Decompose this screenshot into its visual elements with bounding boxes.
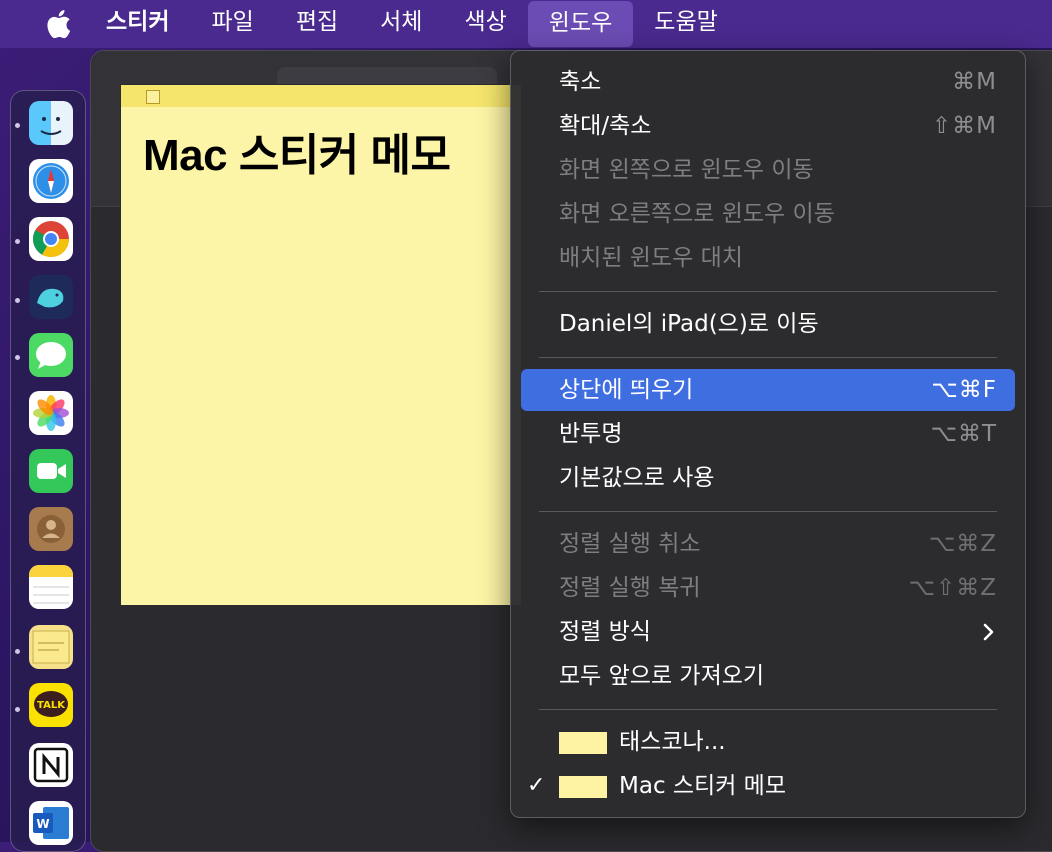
sticky-title[interactable]: Mac 스티커 메모 xyxy=(143,119,451,183)
menu-stickies[interactable]: 스티커 xyxy=(78,0,190,48)
chrome-icon[interactable] xyxy=(29,217,73,261)
word-label: W xyxy=(36,817,49,831)
menu-item-redo-arrange: 정렬 실행 복귀 ⌥⇧⌘Z xyxy=(521,567,1015,609)
finder-icon[interactable] xyxy=(29,101,73,145)
menu-separator xyxy=(539,291,997,292)
shortcut: ⌘M xyxy=(952,69,997,95)
running-indicator xyxy=(15,123,20,128)
window-menu: 축소 ⌘M 확대/축소 ⇧⌘M 화면 왼쪽으로 윈도우 이동 화면 오른쪽으로 … xyxy=(510,50,1026,818)
menu-item-label: 모두 앞으로 가져오기 xyxy=(559,663,765,689)
menu-separator xyxy=(539,357,997,358)
menu-file[interactable]: 파일 xyxy=(190,0,274,48)
photos-icon[interactable] xyxy=(29,391,73,435)
menu-item-label: 태스코나... xyxy=(619,729,726,755)
facetime-icon[interactable] xyxy=(29,449,73,493)
running-indicator xyxy=(15,707,20,712)
menu-item-label: 기본값으로 사용 xyxy=(559,465,715,491)
shortcut: ⌥⇧⌘Z xyxy=(908,575,997,601)
notion-icon[interactable] xyxy=(29,743,73,787)
menu-item-move-right: 화면 오른쪽으로 윈도우 이동 xyxy=(521,193,1015,235)
menu-bar: 스티커 파일 편집 서체 색상 윈도우 도움말 xyxy=(0,0,1052,48)
menu-item-label: 축소 xyxy=(559,69,602,95)
menu-item-label: 반투명 xyxy=(559,421,623,447)
menu-item-label: 정렬 실행 취소 xyxy=(559,531,701,557)
notes-icon[interactable] xyxy=(29,565,73,609)
kakao-label: TALK xyxy=(37,700,66,711)
menu-item-zoom[interactable]: 확대/축소 ⇧⌘M xyxy=(521,105,1015,147)
running-indicator xyxy=(15,355,20,360)
shortcut: ⌥⌘F xyxy=(931,377,997,403)
dock: TALK W xyxy=(10,90,86,852)
word-icon[interactable]: W xyxy=(29,801,73,845)
menu-help[interactable]: 도움말 xyxy=(633,0,738,48)
running-indicator xyxy=(15,298,20,303)
menu-item-label: Daniel의 iPad(으)로 이동 xyxy=(559,311,819,337)
menu-item-label: 정렬 실행 복귀 xyxy=(559,575,701,601)
menu-edit[interactable]: 편집 xyxy=(275,0,359,48)
close-icon[interactable] xyxy=(146,90,160,104)
shortcut: ⌥⌘T xyxy=(930,421,997,447)
menu-item-label: 상단에 띄우기 xyxy=(559,377,694,403)
whale-icon[interactable] xyxy=(29,275,73,319)
menu-item-move-left: 화면 왼쪽으로 윈도우 이동 xyxy=(521,149,1015,191)
menu-item-move-to-ipad[interactable]: Daniel의 iPad(으)로 이동 xyxy=(521,303,1015,345)
menu-item-arrange-by[interactable]: 정렬 방식 xyxy=(521,611,1015,653)
safari-icon[interactable] xyxy=(29,159,73,203)
menu-item-label: 확대/축소 xyxy=(559,113,652,139)
menu-color[interactable]: 색상 xyxy=(443,0,527,48)
shortcut: ⌥⌘Z xyxy=(928,531,997,557)
contacts-icon[interactable] xyxy=(29,507,73,551)
menu-item-replace-tiled: 배치된 윈도우 대치 xyxy=(521,237,1015,279)
running-indicator xyxy=(15,239,20,244)
messages-icon[interactable] xyxy=(29,333,73,377)
menu-item-float-on-top[interactable]: 상단에 띄우기 ⌥⌘F xyxy=(521,369,1015,411)
menu-item-label: 정렬 방식 xyxy=(559,619,651,645)
menu-font[interactable]: 서체 xyxy=(359,0,443,48)
kakaotalk-icon[interactable]: TALK xyxy=(29,683,73,727)
menu-item-label: 화면 왼쪽으로 윈도우 이동 xyxy=(559,157,814,183)
menu-separator xyxy=(539,709,997,710)
shortcut: ⇧⌘M xyxy=(931,113,997,139)
checkmark-icon: ✓ xyxy=(527,773,546,798)
menu-item-label: 화면 오른쪽으로 윈도우 이동 xyxy=(559,201,835,227)
running-indicator xyxy=(15,649,20,654)
menu-item-label: 배치된 윈도우 대치 xyxy=(559,245,743,271)
menu-item-window-1[interactable]: 태스코나... xyxy=(521,721,1015,763)
menu-item-window-2[interactable]: ✓ Mac 스티커 메모 xyxy=(521,765,1015,807)
menu-item-minimize[interactable]: 축소 ⌘M xyxy=(521,61,1015,103)
menu-separator xyxy=(539,511,997,512)
menu-window[interactable]: 윈도우 xyxy=(527,1,634,47)
sticky-titlebar[interactable] xyxy=(121,85,521,107)
apple-menu-icon[interactable] xyxy=(38,9,78,39)
menu-item-use-as-default[interactable]: 기본값으로 사용 xyxy=(521,457,1015,499)
note-color-swatch xyxy=(559,732,607,754)
menu-item-translucent[interactable]: 반투명 ⌥⌘T xyxy=(521,413,1015,455)
menu-item-label: Mac 스티커 메모 xyxy=(619,773,787,799)
note-color-swatch xyxy=(559,776,607,798)
stickies-icon[interactable] xyxy=(29,625,73,669)
sticky-note[interactable]: Mac 스티커 메모 xyxy=(120,84,522,606)
menu-item-undo-arrange: 정렬 실행 취소 ⌥⌘Z xyxy=(521,523,1015,565)
menu-item-bring-all-to-front[interactable]: 모두 앞으로 가져오기 xyxy=(521,655,1015,697)
